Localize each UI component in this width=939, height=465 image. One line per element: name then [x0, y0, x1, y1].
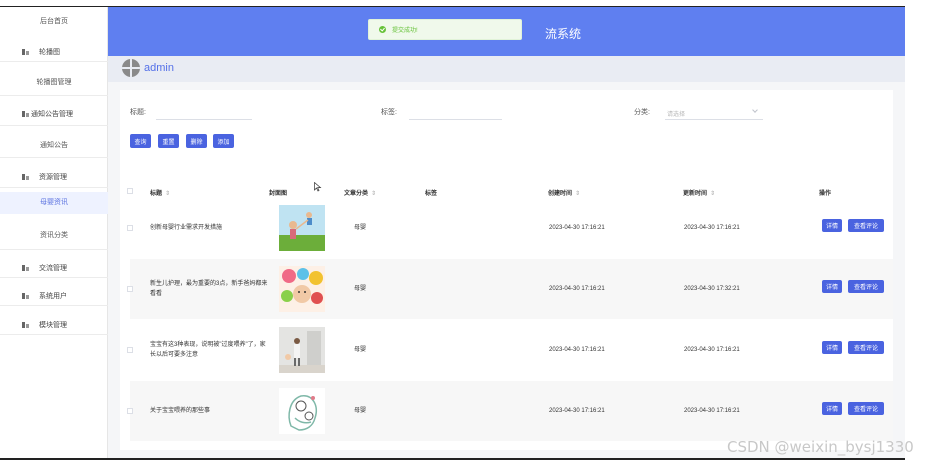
sidebar-sub-notice[interactable]: 通知公告: [0, 140, 108, 150]
main-content: 标题: 标签: 分类: 请选择 查询 重置 删除 添加 标题 ⇕ 封面图 文章分类…: [108, 82, 905, 458]
success-toast: 提交成功!: [368, 19, 522, 40]
header-category[interactable]: 文章分类 ⇕: [344, 188, 376, 197]
header: 提交成功! 流系统: [108, 7, 905, 56]
sidebar-sub-carousel-manage[interactable]: 轮播图管理: [0, 77, 108, 87]
detail-button[interactable]: 详情: [822, 402, 842, 415]
view-comments-button[interactable]: 查看评论: [848, 219, 884, 232]
row-checkbox[interactable]: [127, 347, 133, 353]
cover-image: [279, 388, 325, 434]
row-category: 母婴: [354, 408, 367, 414]
row-checkbox[interactable]: [127, 225, 133, 231]
table-row: 宝宝有这3种表现，说明被"过度喂养"了，家长以后可要多注意 母婴 2023-04…: [127, 320, 893, 380]
username[interactable]: admin: [144, 62, 174, 74]
user-bar: admin: [108, 56, 905, 82]
query-button[interactable]: 查询: [130, 134, 151, 148]
header-title[interactable]: 标题 ⇕: [150, 188, 170, 197]
detail-button[interactable]: 详情: [822, 341, 842, 354]
sidebar-item-communication[interactable]: 交流管理: [0, 263, 108, 273]
category-filter-label: 分类:: [634, 109, 650, 116]
row-updated: 2023-04-30 17:16:21: [684, 347, 740, 353]
view-comments-button[interactable]: 查看评论: [848, 341, 884, 354]
divider: [0, 95, 108, 96]
row-updated: 2023-04-30 17:32:21: [684, 286, 740, 292]
divider: [0, 277, 108, 278]
title-filter-input[interactable]: [156, 106, 252, 120]
divider: [0, 157, 108, 158]
divider: [0, 249, 108, 250]
success-check-icon: [379, 26, 386, 33]
delete-button[interactable]: 删除: [186, 134, 207, 148]
sidebar-home[interactable]: 后台首页: [0, 16, 108, 26]
detail-button[interactable]: 详情: [822, 280, 842, 293]
row-title: 新生儿护理，最为重要的3点，新手爸妈都来看看: [150, 281, 268, 297]
row-title: 创新母婴行业需求开发措施: [150, 225, 223, 231]
row-created: 2023-04-30 17:16:21: [549, 286, 605, 292]
table-row: 创新母婴行业需求开发措施 母婴 2023-04-30 17:16:21 2023…: [127, 198, 893, 258]
reset-button[interactable]: 重置: [158, 134, 179, 148]
row-created: 2023-04-30 17:16:21: [549, 225, 605, 231]
sidebar-sub-mother-baby-news[interactable]: 母婴资讯: [0, 192, 108, 214]
menu-icon: [22, 49, 29, 55]
right-margin: [905, 0, 939, 465]
menu-icon: [22, 293, 29, 299]
table-row: 新生儿护理，最为重要的3点，新手爸妈都来看看 母婴 2023-04-30 17:…: [127, 259, 893, 319]
tag-filter-label: 标签:: [381, 109, 397, 116]
row-category: 母婴: [354, 286, 367, 292]
row-updated: 2023-04-30 17:16:21: [684, 408, 740, 414]
header-cover: 封面图: [269, 191, 288, 197]
chevron-down-icon: [752, 107, 758, 113]
divider: [0, 61, 108, 62]
sidebar-item-carousel[interactable]: 轮播图: [0, 47, 108, 57]
cover-image: [279, 266, 325, 312]
avatar[interactable]: [122, 59, 140, 77]
category-filter-select[interactable]: 请选择: [665, 106, 763, 120]
view-comments-button[interactable]: 查看评论: [848, 402, 884, 415]
row-title: 关于宝宝喂养的那些事: [150, 408, 211, 414]
content-panel: 标题: 标签: 分类: 请选择 查询 重置 删除 添加 标题 ⇕ 封面图 文章分类…: [120, 90, 893, 450]
divider: [0, 334, 108, 335]
watermark: CSDN @weixin_bysj1330: [727, 438, 914, 456]
menu-icon: [22, 111, 29, 117]
row-category: 母婴: [354, 347, 367, 353]
header-created[interactable]: 创建时间 ⇕: [548, 188, 580, 197]
divider: [0, 305, 108, 306]
bottom-border: [0, 458, 905, 460]
cover-image: [279, 205, 325, 251]
view-comments-button[interactable]: 查看评论: [848, 280, 884, 293]
mouse-cursor-icon: [314, 181, 322, 192]
sidebar-item-system-users[interactable]: 系统用户: [0, 291, 108, 301]
sidebar-sub-news-category[interactable]: 资讯分类: [0, 230, 108, 240]
header-tag: 标签: [425, 191, 438, 197]
title-filter-label: 标题:: [130, 109, 146, 116]
app-title: 流系统: [545, 27, 582, 41]
sidebar-item-module-manage[interactable]: 模块管理: [0, 320, 108, 330]
sidebar-item-resource[interactable]: 资源管理: [0, 172, 108, 182]
menu-icon: [22, 322, 29, 328]
header-updated[interactable]: 更新时间 ⇕: [683, 188, 715, 197]
add-button[interactable]: 添加: [213, 134, 234, 148]
divider: [0, 187, 108, 188]
divider: [0, 125, 108, 126]
row-created: 2023-04-30 17:16:21: [549, 347, 605, 353]
sidebar-item-notice-manage[interactable]: 通知公告管理: [0, 109, 108, 119]
cover-image: [279, 327, 325, 373]
row-created: 2023-04-30 17:16:21: [549, 408, 605, 414]
detail-button[interactable]: 详情: [822, 219, 842, 232]
row-title: 宝宝有这3种表现，说明被"过度喂养"了，家长以后可要多注意: [150, 342, 266, 358]
menu-icon: [22, 174, 29, 180]
row-checkbox[interactable]: [127, 286, 133, 292]
header-actions: 操作: [819, 191, 832, 197]
select-all-checkbox[interactable]: [127, 188, 133, 194]
sidebar: 后台首页 轮播图 轮播图管理 通知公告管理 通知公告 资源管理 母婴资讯 资讯分…: [0, 7, 108, 458]
row-checkbox[interactable]: [127, 408, 133, 414]
row-updated: 2023-04-30 17:16:21: [684, 225, 740, 231]
menu-icon: [22, 265, 29, 271]
row-category: 母婴: [354, 225, 367, 231]
table-row: 关于宝宝喂养的那些事 母婴 2023-04-30 17:16:21 2023-0…: [127, 381, 893, 441]
tag-filter-input[interactable]: [409, 106, 502, 120]
